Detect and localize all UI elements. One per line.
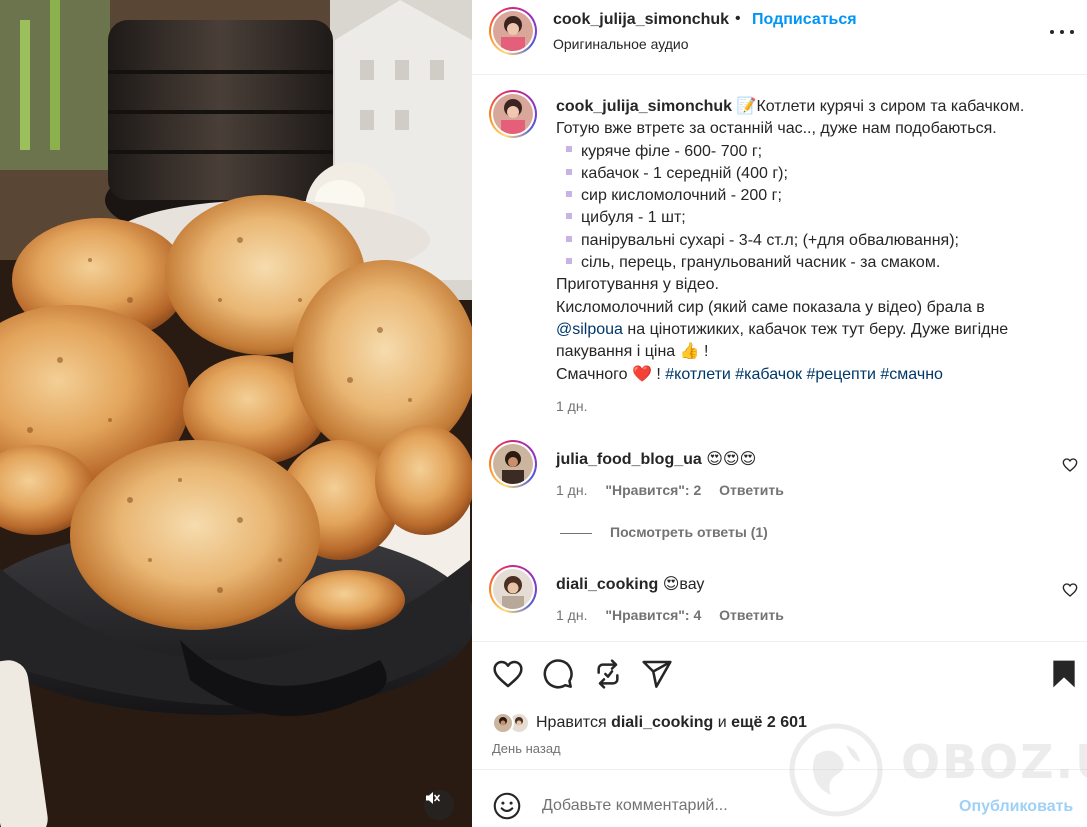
memo-emoji: 📝 [736, 98, 757, 115]
comment-text-line: julia_food_blog_ua 😍😍😍 [556, 449, 756, 469]
comment-time[interactable]: 1 дн. [556, 607, 587, 623]
post-header: cook_julija_simonchuk • Подписаться Ориг… [472, 0, 1087, 75]
comment-meta: 1 дн. "Нравится": 2 Ответить [556, 482, 798, 498]
comment-item: julia_food_blog_ua 😍😍😍 1 дн. "Нравится":… [472, 440, 1087, 500]
ingredient-item: куряче філе - 600- 700 г; [556, 141, 1076, 163]
commenter-username[interactable]: diali_cooking [556, 576, 658, 593]
more-options-button[interactable] [1047, 22, 1077, 42]
comment-input[interactable] [542, 794, 922, 818]
likes-prefix: Нравится [536, 714, 607, 731]
ingredient-item: сіль, перець, гранульований часник - за … [556, 252, 1076, 274]
reply-button[interactable]: Ответить [719, 607, 784, 623]
author-avatar[interactable] [489, 7, 537, 55]
commenter-avatar-image [493, 569, 533, 609]
liker-avatar[interactable] [492, 712, 514, 734]
caption-note: Кисломолочний сир (який саме показала у … [556, 298, 1009, 361]
view-replies-button[interactable]: Посмотреть ответы (1) [560, 524, 768, 540]
add-comment-bar: Опубликовать [472, 769, 1087, 827]
comment-like-count[interactable]: "Нравится": 2 [605, 482, 701, 498]
ingredient-item: кабачок - 1 середній (400 г); [556, 163, 1076, 185]
caption-prep: Приготування у відео. [556, 276, 719, 294]
commenter-avatar[interactable] [489, 565, 537, 613]
caption-avatar-image [493, 94, 533, 134]
original-audio-link[interactable]: Оригинальное аудио [553, 36, 689, 52]
likes-count[interactable]: ещё 2 601 [731, 714, 807, 732]
caption-intro: Готую вже втретє за останній час.., дуже… [556, 120, 997, 138]
share-icon[interactable] [641, 658, 673, 690]
likes-user[interactable]: diali_cooking [611, 714, 713, 732]
follow-button[interactable]: Подписаться [752, 11, 857, 29]
hashtags[interactable]: #котлети #кабачок #рецепти #смачно [665, 366, 943, 383]
author-username[interactable]: cook_julija_simonchuk [553, 11, 729, 29]
commenter-avatar-image [493, 444, 533, 484]
separator-dot: • [735, 10, 741, 27]
bookmark-icon[interactable] [1048, 658, 1080, 690]
ingredient-item: сир кисломолочний - 200 г; [556, 185, 1076, 207]
speaker-muted-icon [426, 792, 440, 804]
post-details-pane: cook_julija_simonchuk • Подписаться Ориг… [472, 0, 1087, 827]
comments-scroll-area[interactable]: cook_julija_simonchuk 📝Котлети курячі з … [472, 76, 1087, 641]
caption-text: cook_julija_simonchuk 📝Котлети курячі з … [556, 96, 1076, 386]
caption-username[interactable]: cook_julija_simonchuk [556, 98, 732, 115]
more-horizontal-icon [1050, 30, 1054, 34]
smiley-icon[interactable] [493, 792, 521, 820]
caption-timestamp[interactable]: 1 дн. [556, 398, 587, 414]
caption-closing: Смачного ❤️ ! #котлети #кабачок #рецепти… [556, 365, 943, 383]
caption-avatar[interactable] [489, 90, 537, 138]
repost-icon[interactable] [592, 658, 624, 690]
heart-icon[interactable] [492, 658, 524, 690]
caption-title: Котлети курячі з сиром та кабачком. [756, 98, 1025, 115]
ingredient-item: панірувальні сухарі - 3-4 ст.л; (+для об… [556, 230, 1076, 252]
likes-summary: Нравится diali_cooking и ещё 2 601 [492, 712, 807, 734]
comment-text: 😍вау [662, 576, 705, 593]
commenter-username[interactable]: julia_food_blog_ua [556, 451, 702, 468]
heart-outline-icon[interactable] [1062, 582, 1078, 598]
heart-outline-icon[interactable] [1062, 457, 1078, 473]
ingredient-item: цибуля - 1 шт; [556, 207, 1076, 229]
reply-button[interactable]: Ответить [719, 482, 784, 498]
comment-like-count[interactable]: "Нравится": 4 [605, 607, 701, 623]
silpo-mention-link[interactable]: @silpoua [556, 321, 623, 338]
publish-button[interactable]: Опубликовать [959, 798, 1073, 816]
author-avatar-image [493, 11, 533, 51]
comment-meta: 1 дн. "Нравится": 4 Ответить [556, 607, 798, 623]
post-video[interactable] [0, 0, 472, 827]
comment-icon[interactable] [542, 658, 574, 690]
post-actions: Нравится diali_cooking и ещё 2 601 День … [472, 641, 1087, 769]
mute-button[interactable] [424, 790, 454, 820]
comment-item: diali_cooking 😍вау 1 дн. "Нравится": 4 О… [472, 565, 1087, 625]
comment-time[interactable]: 1 дн. [556, 482, 587, 498]
commenter-avatar[interactable] [489, 440, 537, 488]
comment-text-line: diali_cooking 😍вау [556, 574, 704, 594]
video-frame [0, 0, 472, 827]
post-date[interactable]: День назад [492, 741, 561, 756]
comment-text: 😍😍😍 [706, 451, 757, 468]
